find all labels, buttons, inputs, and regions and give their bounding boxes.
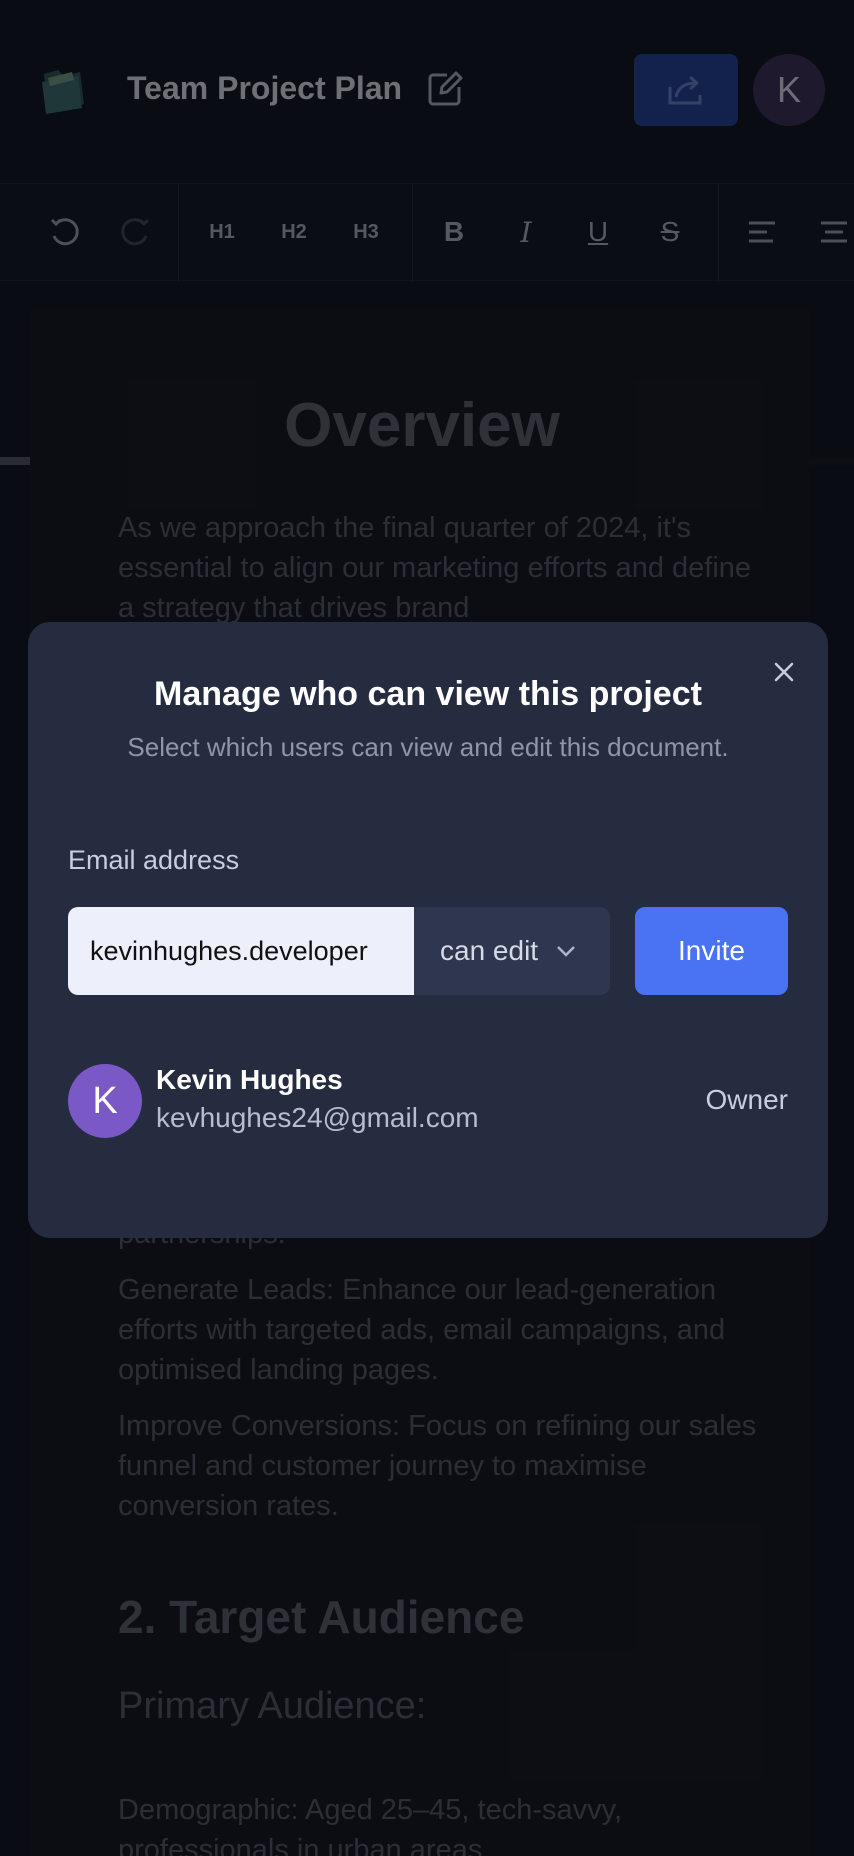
member-row: K Kevin Hughes kevhughes24@gmail.com Own… xyxy=(68,1064,788,1140)
chevron-down-icon xyxy=(556,945,576,957)
member-role: Owner xyxy=(705,1084,788,1115)
avatar: K xyxy=(68,1064,142,1138)
email-label: Email address xyxy=(68,845,240,875)
member-email: kevhughes24@gmail.com xyxy=(156,1102,479,1133)
role-select[interactable]: can edit xyxy=(414,907,610,995)
share-modal: Manage who can view this project Select … xyxy=(28,622,828,1238)
role-select-value: can edit xyxy=(440,935,539,966)
modal-title: Manage who can view this project xyxy=(154,675,702,713)
modal-subtitle: Select which users can view and edit thi… xyxy=(127,732,729,762)
email-input[interactable] xyxy=(68,907,420,995)
member-name: Kevin Hughes xyxy=(156,1064,343,1095)
invite-button[interactable]: Invite xyxy=(635,907,788,995)
